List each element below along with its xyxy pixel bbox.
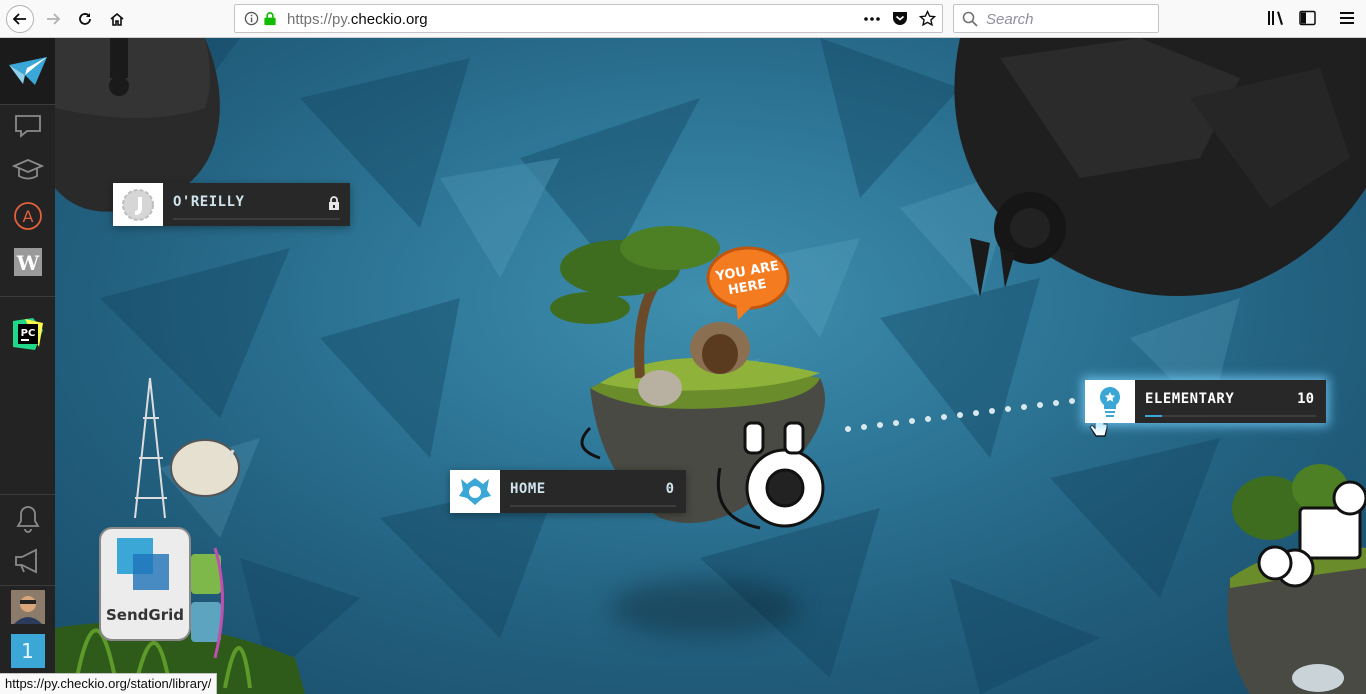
lock-icon[interactable]	[263, 11, 277, 26]
home-station-body: HOME 0	[500, 470, 686, 513]
sidebar-separator	[0, 104, 55, 105]
search-bar[interactable]: Search	[953, 4, 1159, 33]
sidebar-toggle-icon[interactable]	[1299, 10, 1316, 26]
reload-button[interactable]	[71, 5, 99, 33]
right-island	[1227, 464, 1366, 694]
path-dots	[845, 398, 1075, 432]
svg-text:W: W	[15, 251, 39, 275]
reload-icon	[79, 13, 91, 25]
search-icon	[962, 11, 978, 27]
back-arrow-icon	[12, 13, 26, 25]
svg-text:A: A	[22, 207, 33, 226]
achievements-icon[interactable]: A	[0, 196, 55, 236]
station-home[interactable]: HOME 0	[450, 470, 686, 513]
browser-toolbar: https://py.checkio.org Search	[0, 0, 1366, 38]
level-badge[interactable]: 1	[0, 634, 55, 668]
bookmark-star-icon[interactable]	[919, 10, 936, 27]
level-number: 1	[10, 634, 45, 668]
station-count-home: 0	[665, 481, 674, 497]
elementary-progress-bar	[1145, 415, 1316, 417]
sidebar-separator	[0, 494, 55, 495]
search-placeholder: Search	[986, 11, 1034, 28]
you-are-here-bubble: YOU ARE HERE	[706, 246, 790, 320]
w-icon[interactable]: W	[0, 242, 55, 282]
bell-icon[interactable]	[0, 498, 55, 540]
back-button[interactable]	[6, 5, 34, 33]
url-text: https://py.checkio.org	[287, 11, 428, 28]
lock-icon	[328, 196, 340, 215]
station-label-oreilly: O'REILLY	[173, 194, 245, 210]
avatar[interactable]	[0, 588, 55, 626]
oreilly-station-body: O'REILLY	[163, 183, 350, 226]
sidebar-separator	[0, 296, 55, 297]
home-station-icon	[450, 470, 500, 513]
station-map: YOU ARE HERE SendGrid	[0, 38, 1366, 694]
sponsor-island: SendGrid	[55, 377, 305, 694]
station-count-elementary: 10	[1297, 391, 1314, 407]
island-shadow	[610, 578, 800, 638]
station-label-elementary: ELEMENTARY	[1145, 391, 1235, 407]
home-progress-bar	[510, 505, 676, 507]
station-label-home: HOME	[510, 481, 546, 497]
app-sidebar: A W PC 1	[0, 38, 55, 694]
oreilly-progress-bar	[173, 218, 340, 220]
forward-button[interactable]	[39, 5, 67, 33]
sponsor-name: SendGrid	[106, 606, 184, 624]
pycharm-icon[interactable]: PC	[0, 312, 55, 356]
dark-machine-island	[954, 38, 1366, 298]
station-oreilly[interactable]: O'REILLY	[113, 183, 350, 226]
education-icon[interactable]	[0, 150, 55, 190]
svg-text:PC: PC	[20, 328, 35, 339]
library-icon[interactable]	[1267, 10, 1285, 26]
checkio-logo[interactable]	[0, 38, 55, 104]
elementary-station-body: ELEMENTARY 10	[1135, 380, 1326, 423]
page-actions-icon[interactable]	[863, 12, 881, 26]
menu-icon[interactable]	[1339, 10, 1355, 26]
megaphone-icon[interactable]	[0, 540, 55, 582]
status-link: https://py.checkio.org/station/library/	[0, 673, 218, 694]
url-bar[interactable]: https://py.checkio.org	[234, 4, 943, 33]
station-elementary[interactable]: ELEMENTARY 10	[1085, 380, 1326, 423]
elementary-station-icon	[1085, 380, 1135, 423]
pocket-icon[interactable]	[892, 10, 908, 26]
chat-icon[interactable]	[0, 106, 55, 146]
sidebar-separator	[0, 585, 55, 586]
oreilly-station-icon	[113, 183, 163, 226]
home-button[interactable]	[103, 5, 131, 33]
info-icon[interactable]	[244, 11, 259, 26]
home-icon	[110, 12, 124, 26]
forward-arrow-icon	[47, 13, 61, 25]
